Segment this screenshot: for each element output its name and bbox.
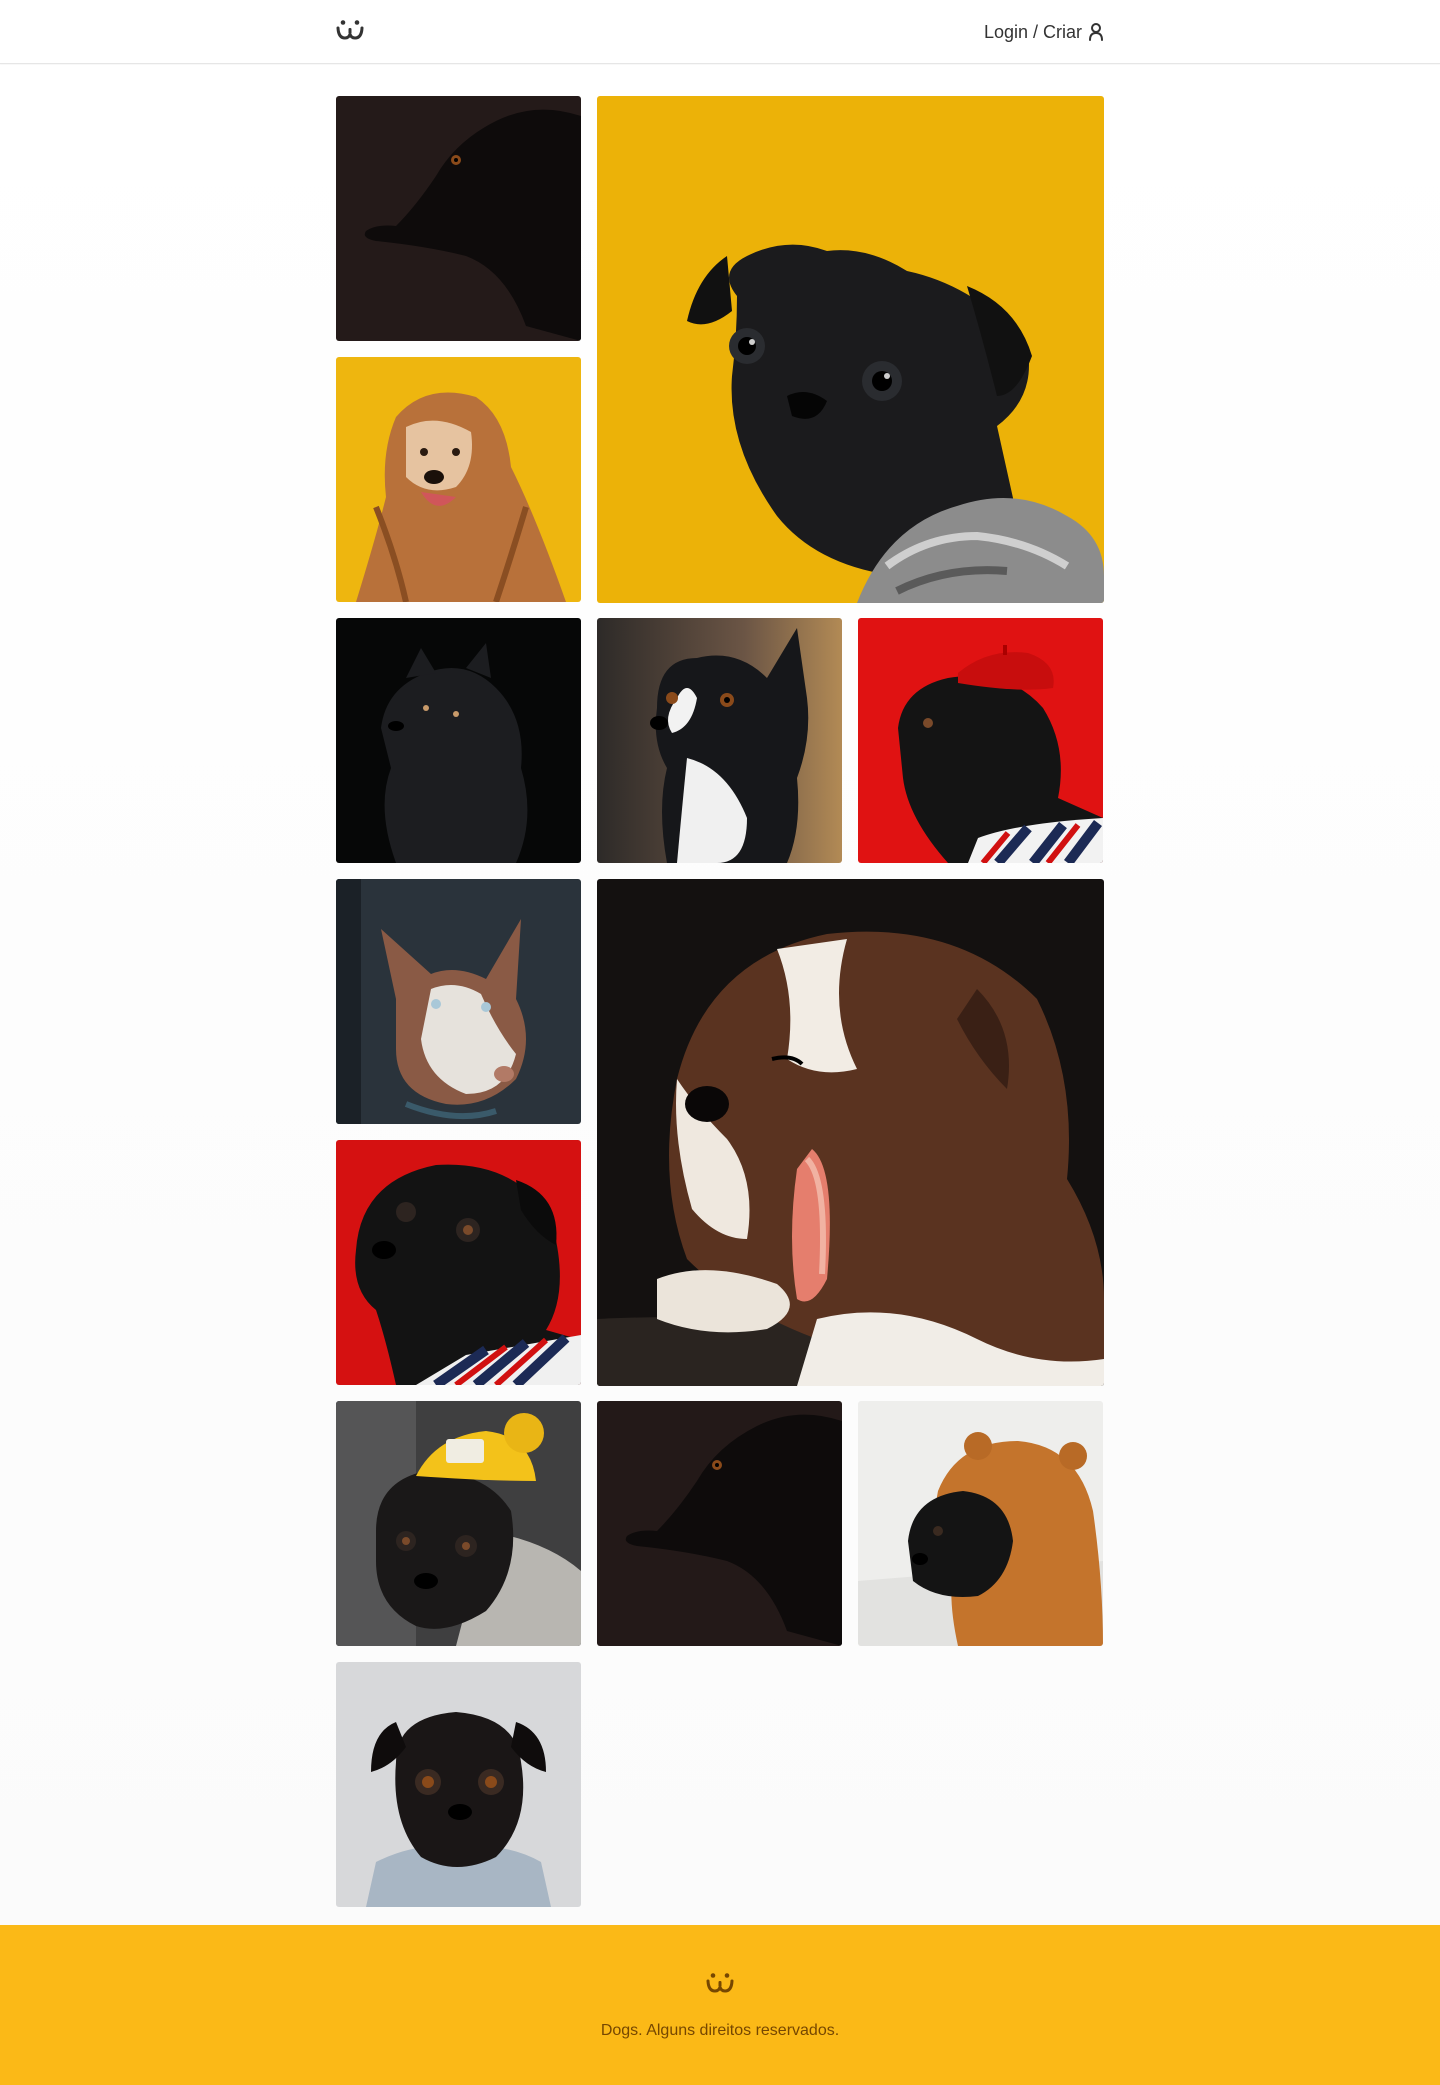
feed-photo[interactable] [336,1140,581,1385]
login-create-link[interactable]: Login / Criar [984,20,1104,44]
feed-photo[interactable] [336,618,581,863]
dog-photo-image [597,618,842,863]
dog-photo-image [336,357,581,602]
dog-photo-image [336,618,581,863]
site-footer: Dogs. Alguns direitos reservados. [0,1925,1440,2085]
feed-photo[interactable] [597,1401,842,1646]
feed-photo[interactable] [858,618,1103,863]
feed-photo[interactable] [597,618,842,863]
dog-photo-image [597,96,1104,603]
dog-photo-image [858,1401,1103,1646]
dog-photo-image [858,618,1103,863]
home-logo-link[interactable] [336,17,364,43]
feed-photo[interactable] [858,1401,1103,1646]
user-icon [1089,23,1103,41]
feed-photo[interactable] [336,879,581,1124]
dog-photo-image [597,1401,842,1646]
dog-photo-image [336,1662,581,1907]
dog-face-logo-icon [336,20,364,40]
feed-photo[interactable] [336,1662,581,1907]
feed-photo[interactable] [336,96,581,341]
feed-photo-large[interactable] [597,96,1104,603]
dog-photo-image [336,879,581,1124]
dog-photo-image [336,96,581,341]
site-header: Login / Criar [0,0,1440,64]
photo-feed [0,65,1440,1925]
dog-photo-image [336,1401,581,1646]
feed-photo-large[interactable] [597,879,1104,1386]
dog-photo-image [336,1140,581,1385]
dog-face-logo-icon [706,1973,734,1993]
feed-photo[interactable] [336,357,581,602]
feed-photo[interactable] [336,1401,581,1646]
login-label: Login / Criar [983,21,1082,42]
footer-copyright: Dogs. Alguns direitos reservados. [600,2022,840,2039]
dog-photo-image [597,879,1104,1386]
